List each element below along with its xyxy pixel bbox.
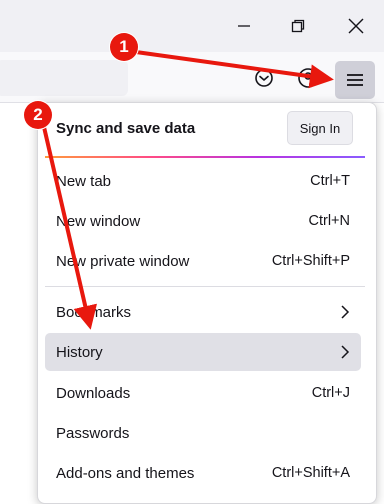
minimize-icon [238, 25, 250, 27]
menu-item-new-window[interactable]: New window Ctrl+N [45, 202, 361, 240]
step-badge-1: 1 [110, 33, 138, 61]
menu-item-history[interactable]: History [45, 333, 361, 371]
sign-in-button[interactable]: Sign In [287, 111, 353, 145]
menu-item-add-ons-and-themes[interactable]: Add-ons and themes Ctrl+Shift+A [45, 454, 361, 492]
sync-heading: Sync and save data [56, 120, 196, 137]
menu-item-new-tab[interactable]: New tab Ctrl+T [45, 162, 361, 200]
close-window-button[interactable] [338, 10, 374, 42]
menu-item-label: New private window [56, 252, 190, 270]
open-application-menu-button[interactable] [335, 61, 375, 99]
pocket-button[interactable] [249, 63, 279, 93]
restore-icon [291, 19, 305, 33]
menu-item-label: Add-ons and themes [56, 464, 195, 482]
url-bar[interactable] [0, 60, 128, 96]
menu-item-shortcut: Ctrl+T [310, 173, 350, 189]
menu-item-passwords[interactable]: Passwords [45, 414, 361, 452]
menu-separator [45, 286, 365, 287]
menu-item-bookmarks[interactable]: Bookmarks [45, 293, 361, 331]
menu-item-shortcut: Ctrl+N [308, 213, 351, 229]
menu-item-label: Downloads [56, 384, 131, 402]
window-titlebar [0, 0, 384, 52]
close-icon [348, 18, 364, 34]
chevron-right-icon [341, 345, 350, 359]
menu-item-shortcut: Ctrl+J [311, 385, 350, 401]
menu-item-shortcut: Ctrl+Shift+P [271, 253, 350, 269]
account-button[interactable] [293, 63, 323, 93]
menu-item-label: Passwords [56, 424, 130, 442]
menu-item-shortcut: Ctrl+Shift+A [271, 465, 350, 481]
step-badge-2: 2 [24, 101, 52, 129]
hamburger-menu-icon [347, 74, 363, 86]
menu-item-new-private-window[interactable]: New private window Ctrl+Shift+P [45, 242, 361, 280]
sync-divider [45, 156, 365, 158]
account-icon [298, 68, 318, 88]
navigation-toolbar [0, 52, 384, 103]
restore-button[interactable] [280, 10, 316, 42]
menu-item-label: New window [56, 212, 141, 230]
chevron-right-icon [341, 305, 350, 319]
menu-item-label: New tab [56, 172, 112, 190]
menu-item-label: History [56, 343, 103, 361]
menu-item-downloads[interactable]: Downloads Ctrl+J [45, 374, 361, 412]
minimize-button[interactable] [226, 10, 262, 42]
menu-item-label: Bookmarks [56, 303, 132, 321]
pocket-icon [255, 69, 273, 87]
